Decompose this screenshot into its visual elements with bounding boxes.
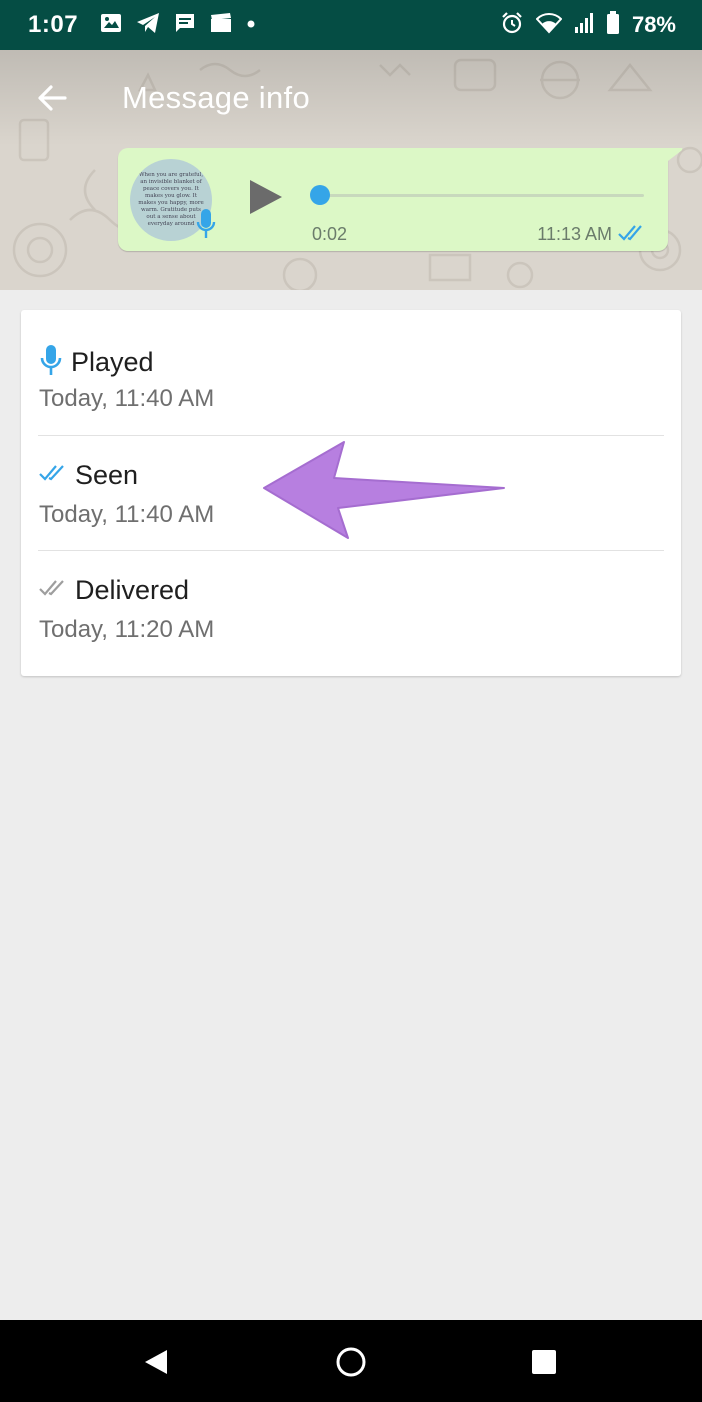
annotation-arrow-icon xyxy=(263,441,505,539)
receipt-label: Played xyxy=(71,347,154,377)
battery-percent: 78% xyxy=(631,12,676,37)
circle-home-icon xyxy=(336,1347,366,1377)
receipt-time: Today, 11:40 AM xyxy=(39,501,215,528)
page-title: Message info xyxy=(122,80,310,115)
system-icons: 78% xyxy=(500,10,676,40)
mic-icon xyxy=(39,344,63,381)
message-icon xyxy=(174,12,196,39)
receipt-row-played: Played Today, 11:40 AM xyxy=(21,310,681,425)
chat-wallpaper: Message info When you are grateful, an i… xyxy=(0,50,702,290)
play-icon xyxy=(250,180,282,214)
signal-icon xyxy=(574,12,594,39)
message-time: 11:13 AM xyxy=(537,224,612,244)
receipt-label: Seen xyxy=(75,460,139,490)
notification-icons xyxy=(100,12,256,39)
play-button[interactable] xyxy=(248,178,284,221)
double-check-blue-icon xyxy=(618,224,646,247)
alarm-icon xyxy=(500,11,524,40)
receipt-time: Today, 11:40 AM xyxy=(39,385,215,412)
arrow-left-icon xyxy=(38,85,67,111)
clapperboard-icon xyxy=(210,12,232,38)
mic-icon xyxy=(196,208,216,245)
app-bar: Message info xyxy=(0,50,702,146)
system-navigation-bar xyxy=(0,1320,702,1402)
telegram-icon xyxy=(136,12,160,39)
receipt-label: Delivered xyxy=(75,575,190,605)
double-check-gray-icon xyxy=(39,578,67,603)
voice-message-bubble[interactable]: When you are grateful, an invisible blan… xyxy=(118,148,668,251)
nav-recents-button[interactable] xyxy=(524,1342,564,1382)
square-recents-icon xyxy=(532,1350,556,1374)
gallery-icon xyxy=(100,13,122,38)
nav-back-button[interactable] xyxy=(136,1342,176,1382)
nav-home-button[interactable] xyxy=(331,1342,371,1382)
audio-duration: 0:02 xyxy=(312,224,348,244)
audio-seek-handle[interactable] xyxy=(310,185,330,205)
receipt-row-delivered: Delivered Today, 11:20 AM xyxy=(21,541,681,656)
status-time: 1:07 xyxy=(28,11,79,38)
wifi-icon xyxy=(535,12,563,39)
back-button[interactable] xyxy=(22,68,82,128)
status-bar: 1:07 78% xyxy=(0,0,702,50)
more-notifications-dot-icon xyxy=(246,16,256,34)
receipt-time: Today, 11:20 AM xyxy=(39,616,215,643)
audio-seek-track[interactable] xyxy=(318,194,644,197)
triangle-back-icon xyxy=(145,1350,167,1374)
bubble-tail xyxy=(664,148,683,164)
battery-icon xyxy=(606,10,620,40)
double-check-blue-icon xyxy=(39,463,67,488)
